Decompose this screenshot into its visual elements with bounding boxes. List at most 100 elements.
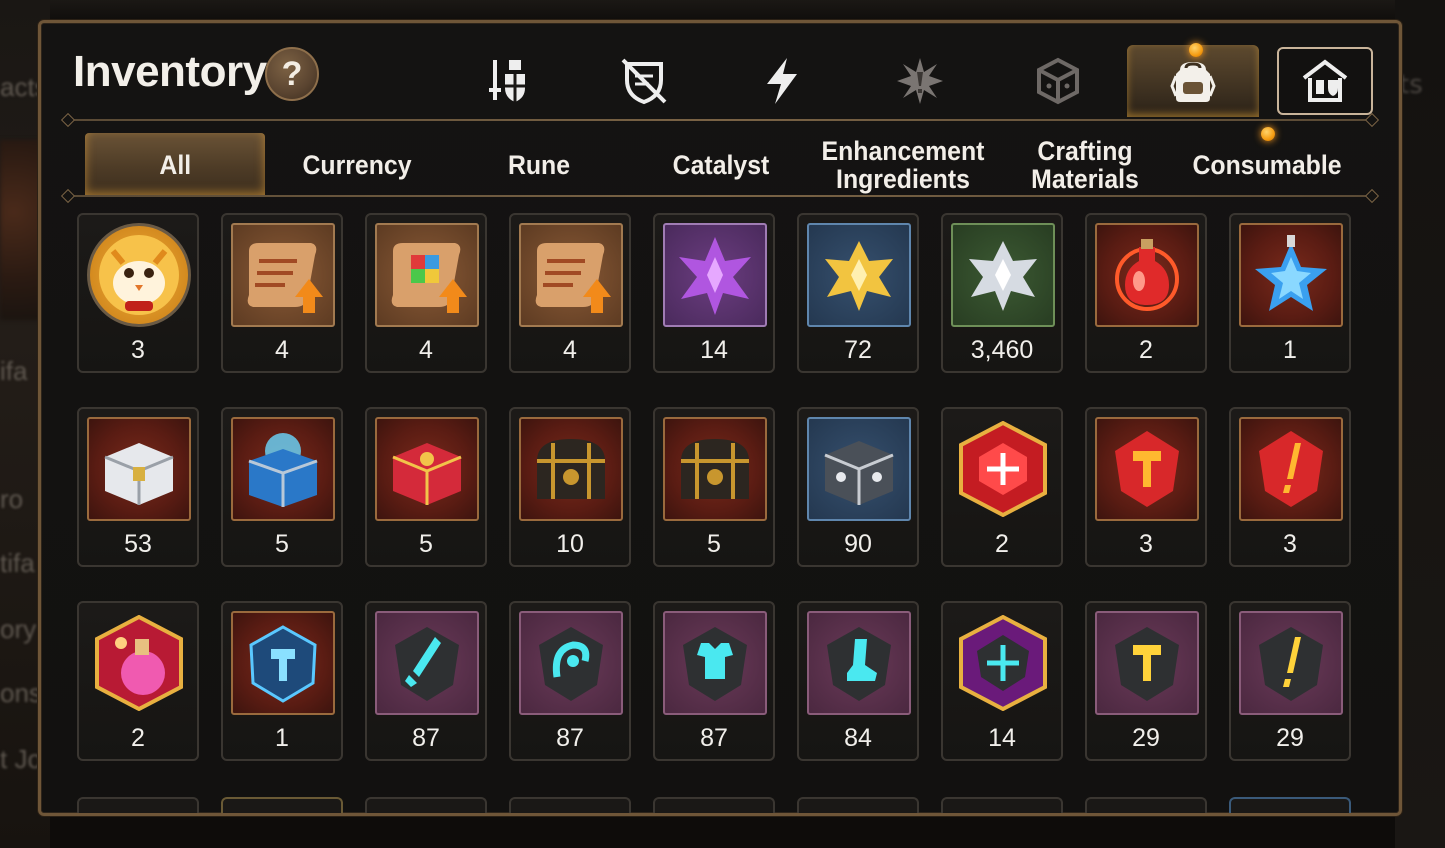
inventory-slot[interactable]: 5 [365, 407, 487, 567]
inventory-slot[interactable]: 3 [1229, 407, 1351, 567]
inventory-slot[interactable]: 5 [653, 407, 775, 567]
silver-chest-icon [104, 443, 174, 505]
tab-skill[interactable] [727, 47, 837, 115]
item-count: 29 [1276, 724, 1304, 752]
item-count: 84 [844, 724, 872, 752]
inventory-slot[interactable]: 4 [509, 213, 631, 373]
inventory-slot[interactable]: 5 [221, 407, 343, 567]
boot-stone-icon [827, 627, 891, 701]
exclaim-stone-icon [1259, 627, 1323, 701]
blue-glowing-chest-icon [248, 433, 318, 507]
notification-dot [1189, 43, 1203, 57]
item-frame [375, 417, 479, 521]
dark-gold-chest-icon [681, 439, 749, 499]
spiky-star-icon [897, 58, 943, 104]
inventory-slot[interactable] [653, 797, 775, 813]
item-count: 4 [419, 336, 433, 364]
inventory-slot[interactable] [365, 797, 487, 813]
tab-artifact[interactable] [589, 47, 699, 115]
inventory-slot[interactable]: 84 [797, 601, 919, 761]
inventory-slot[interactable]: 29 [1085, 601, 1207, 761]
red-gem-hammer-icon [1115, 431, 1179, 507]
header-divider [69, 119, 1371, 121]
item-count: 87 [556, 724, 584, 752]
purple-crystal-flower-icon [679, 237, 751, 315]
red-chest-icon [392, 443, 462, 505]
inventory-slot[interactable]: 3,460 [941, 213, 1063, 373]
item-frame [1239, 611, 1343, 715]
inventory-slot[interactable]: 14 [941, 601, 1063, 761]
inventory-slot[interactable]: 2 [77, 601, 199, 761]
backpack-icon [1170, 62, 1216, 102]
item-frame [231, 611, 335, 715]
inventory-slot[interactable]: 53 [77, 407, 199, 567]
inventory-slot[interactable]: 87 [365, 601, 487, 761]
inventory-slot[interactable] [1229, 797, 1351, 813]
inventory-slot[interactable]: 1 [1229, 213, 1351, 373]
inventory-slot[interactable]: 29 [1229, 601, 1351, 761]
item-count: 14 [988, 724, 1016, 752]
tab-dice[interactable] [1003, 47, 1113, 115]
horseshoe-stone-icon [539, 627, 603, 701]
panel-corner [1383, 797, 1399, 813]
tab-imprint[interactable] [865, 47, 975, 115]
inventory-slot[interactable]: 4 [365, 213, 487, 373]
item-count: 3,460 [970, 336, 1034, 364]
help-button[interactable]: ? [265, 47, 319, 101]
plus-stone-icon [959, 615, 1047, 711]
item-count: 5 [707, 530, 721, 558]
inventory-slot[interactable] [77, 797, 199, 813]
panel-corner [1383, 23, 1399, 39]
inventory-slot[interactable]: 3 [77, 213, 199, 373]
inventory-slot[interactable] [221, 797, 343, 813]
gold-crystal-flower-icon [825, 241, 893, 311]
tab-consumable[interactable]: Consumable [1184, 133, 1350, 197]
item-frame [519, 611, 623, 715]
tab-hero[interactable] [451, 47, 561, 115]
inventory-slot[interactable]: 10 [509, 407, 631, 567]
background-text: ons [0, 678, 42, 708]
item-frame [1095, 417, 1199, 521]
inventory-slot[interactable]: 14 [653, 213, 775, 373]
background-top [50, 0, 1395, 22]
tab-currency[interactable]: Currency [274, 133, 440, 197]
cube-icon [1037, 57, 1079, 105]
item-frame [519, 223, 623, 327]
inventory-slot[interactable] [941, 797, 1063, 813]
red-gem-plus-icon [959, 421, 1047, 517]
inventory-panel: Inventory ? All Currency Rune Catalyst E… [38, 20, 1402, 816]
tab-crafting-materials[interactable]: Crafting Materials [1002, 133, 1168, 197]
inventory-slot[interactable]: 1 [221, 601, 343, 761]
lightning-icon [767, 58, 797, 104]
tab-enhancement-ingredients[interactable]: Enhancement Ingredients [820, 133, 986, 197]
inventory-slot[interactable]: 72 [797, 213, 919, 373]
tab-all[interactable]: All [85, 133, 265, 197]
item-count: 3 [1139, 530, 1153, 558]
item-count: 1 [1283, 336, 1297, 364]
item-count: 3 [1283, 530, 1297, 558]
tab-storage[interactable] [1277, 47, 1373, 115]
inventory-slot[interactable]: 87 [509, 601, 631, 761]
background-text: ifa [0, 356, 28, 386]
inventory-slot[interactable]: 3 [1085, 407, 1207, 567]
mascot-coin-icon [99, 235, 179, 315]
item-count: 2 [131, 724, 145, 752]
inventory-slot[interactable] [509, 797, 631, 813]
item-frame [1239, 417, 1343, 521]
item-frame [663, 611, 767, 715]
armor-stone-icon [683, 627, 747, 701]
inventory-slot[interactable]: 4 [221, 213, 343, 373]
inventory-slot[interactable]: 90 [797, 407, 919, 567]
inventory-slot[interactable]: 2 [1085, 213, 1207, 373]
background-right: ts [1395, 0, 1445, 848]
item-frame [87, 223, 191, 327]
item-frame [375, 611, 479, 715]
inventory-slot[interactable]: 2 [941, 407, 1063, 567]
pink-potion-icon [95, 615, 183, 711]
tab-rune[interactable]: Rune [456, 133, 622, 197]
tab-catalyst[interactable]: Catalyst [638, 133, 804, 197]
inventory-slot[interactable] [1085, 797, 1207, 813]
inventory-slot[interactable] [797, 797, 919, 813]
item-count: 5 [275, 530, 289, 558]
inventory-slot[interactable]: 87 [653, 601, 775, 761]
